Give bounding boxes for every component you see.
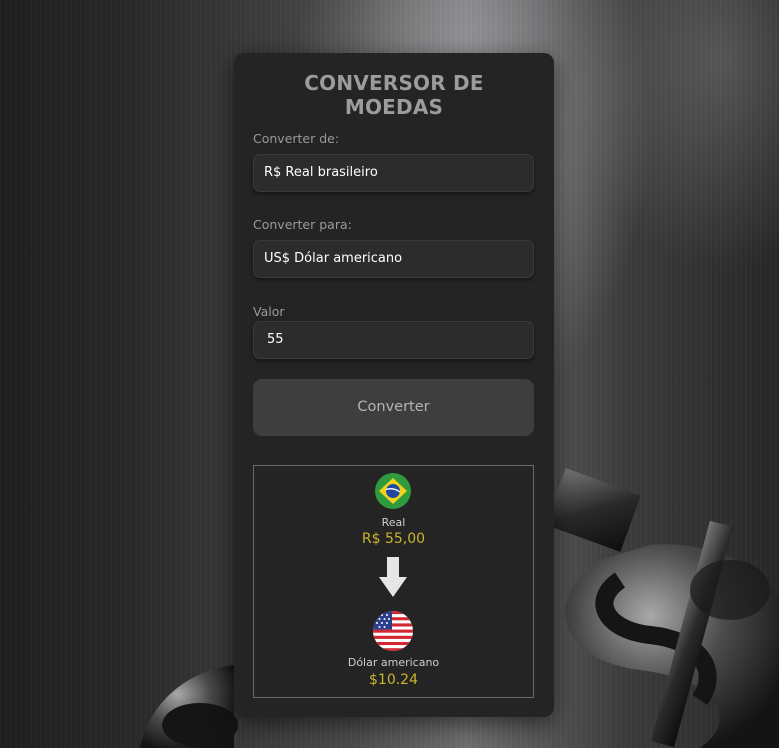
from-currency-value: R$ Real brasileiro	[264, 165, 378, 180]
amount-input[interactable]: 55	[253, 321, 534, 359]
conversion-result-panel: Real R$ 55,00 Dólar americano $10.24	[253, 465, 534, 698]
brazil-flag-icon	[375, 473, 411, 509]
to-currency-label: Converter para:	[253, 217, 352, 232]
source-currency-value: R$ 55,00	[361, 531, 426, 547]
from-currency-select[interactable]: R$ Real brasileiro	[253, 154, 534, 192]
convert-button[interactable]: Converter	[253, 379, 534, 436]
arrow-down-icon	[379, 557, 407, 597]
target-currency-value: $10.24	[369, 672, 418, 688]
page-title: CONVERSOR DE MOEDAS	[304, 71, 484, 119]
from-currency-label: Converter de:	[253, 131, 340, 146]
converter-card: CONVERSOR DE MOEDAS Converter de: R$ Rea…	[234, 53, 554, 717]
to-currency-select[interactable]: US$ Dólar americano	[253, 240, 534, 278]
source-currency-name: Real	[381, 516, 406, 529]
amount-label: Valor	[253, 304, 285, 319]
to-currency-value: US$ Dólar americano	[264, 251, 403, 266]
amount-value: 55	[267, 332, 284, 347]
target-currency-name: Dólar americano	[347, 656, 440, 669]
usa-flag-icon	[373, 611, 413, 651]
